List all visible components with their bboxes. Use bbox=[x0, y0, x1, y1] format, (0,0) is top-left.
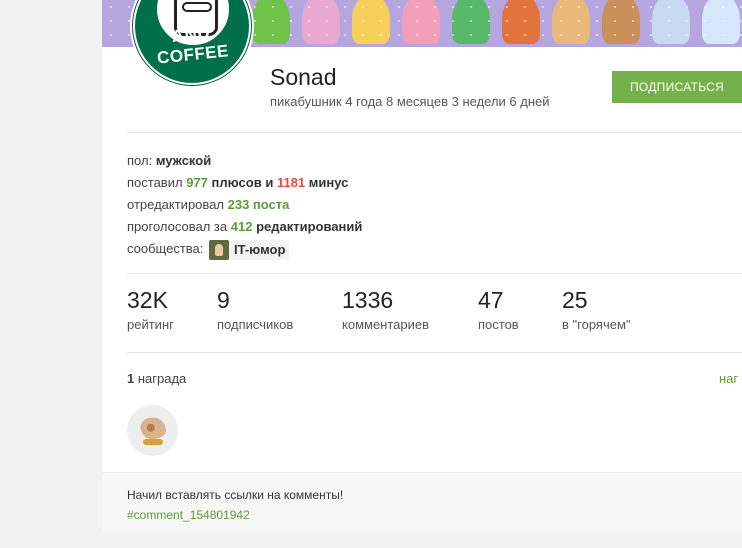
award-base bbox=[143, 439, 163, 445]
stat-value: 25 bbox=[562, 287, 588, 313]
info-votes: поставил 977 плюсов и 1181 минус bbox=[127, 172, 362, 194]
awards-count: 1 bbox=[127, 371, 135, 386]
gender-value: мужской bbox=[155, 153, 212, 168]
votes-label: поставил bbox=[127, 175, 183, 190]
gender-label: пол: bbox=[127, 153, 153, 168]
pluses-count: 977 bbox=[186, 175, 208, 190]
community-name: IT-юмор bbox=[234, 241, 286, 257]
edited-posts-link[interactable]: 233 поста bbox=[228, 197, 290, 212]
username: Sonad bbox=[270, 64, 337, 90]
stat-label: рейтинг bbox=[127, 317, 174, 332]
stat-label: подписчиков bbox=[217, 317, 294, 332]
info-gender: пол: мужской bbox=[127, 150, 362, 172]
divider bbox=[127, 132, 742, 133]
stat-subscribers[interactable]: 9 подписчиков bbox=[217, 285, 293, 332]
profile-card: AND COFFEE Sonad пикабушник 4 года 8 мес… bbox=[102, 0, 742, 533]
tenure-text: пикабушник 4 года 8 месяцев 3 недели 6 д… bbox=[270, 94, 550, 109]
awards-summary: 1 награда bbox=[127, 371, 186, 386]
stat-label: постов bbox=[478, 317, 519, 332]
avatar[interactable]: AND COFFEE bbox=[130, 0, 254, 88]
awards-label: награда bbox=[137, 371, 187, 386]
divider bbox=[127, 352, 742, 353]
stat-label: комментариев bbox=[342, 317, 430, 332]
stat-value: 47 bbox=[478, 287, 504, 313]
stat-rating[interactable]: 32K рейтинг bbox=[127, 285, 174, 332]
stat-posts[interactable]: 47 постов bbox=[478, 285, 519, 332]
communities-label: сообщества: bbox=[127, 241, 204, 256]
stat-label: в "горячем" bbox=[562, 317, 631, 332]
community-icon bbox=[209, 239, 230, 260]
profile-note-link[interactable]: #comment_154801942 bbox=[127, 508, 250, 522]
minuses-label: минус bbox=[308, 175, 349, 190]
stat-comments[interactable]: 1336 комментариев bbox=[342, 285, 429, 332]
avatar-glasses bbox=[182, 2, 212, 12]
divider bbox=[127, 273, 742, 274]
voted-edits-suffix: редактирований bbox=[256, 219, 363, 234]
community-it-humor[interactable]: IT-юмор bbox=[209, 239, 290, 260]
stat-value: 32K bbox=[127, 287, 168, 313]
voted-edits-label: проголосовал за bbox=[127, 219, 228, 234]
awards-link[interactable]: наг bbox=[719, 371, 742, 386]
stats-row: 32K рейтинг 9 подписчиков 1336 комментар… bbox=[127, 285, 742, 337]
voted-edits-count: 412 bbox=[230, 219, 253, 234]
stat-value: 1336 bbox=[342, 287, 394, 313]
minuses-count: 1181 bbox=[276, 175, 306, 190]
award-badge-icon[interactable] bbox=[127, 405, 178, 456]
edited-label: отредактировал bbox=[127, 197, 224, 212]
avatar-logo: AND COFFEE bbox=[133, 0, 251, 85]
info-voted-edits: проголосовал за 412 редактирований bbox=[127, 216, 362, 238]
avatar-logo-text: AND COFFEE bbox=[156, 23, 230, 68]
profile-info: пол: мужской поставил 977 плюсов и 1181 … bbox=[127, 150, 362, 260]
profile-note: Начил вставлять ссылки на комменты! #com… bbox=[102, 472, 742, 533]
pluses-label: плюсов и bbox=[211, 175, 274, 190]
info-communities: сообщества: IT-юмор bbox=[127, 238, 362, 260]
profile-note-text: Начил вставлять ссылки на комменты! bbox=[127, 488, 344, 502]
info-edited: отредактировал 233 поста bbox=[127, 194, 362, 216]
stat-value: 9 bbox=[217, 287, 230, 313]
stat-hot[interactable]: 25 в "горячем" bbox=[562, 285, 631, 332]
subscribe-button[interactable]: ПОДПИСАТЬСЯ bbox=[612, 71, 742, 103]
